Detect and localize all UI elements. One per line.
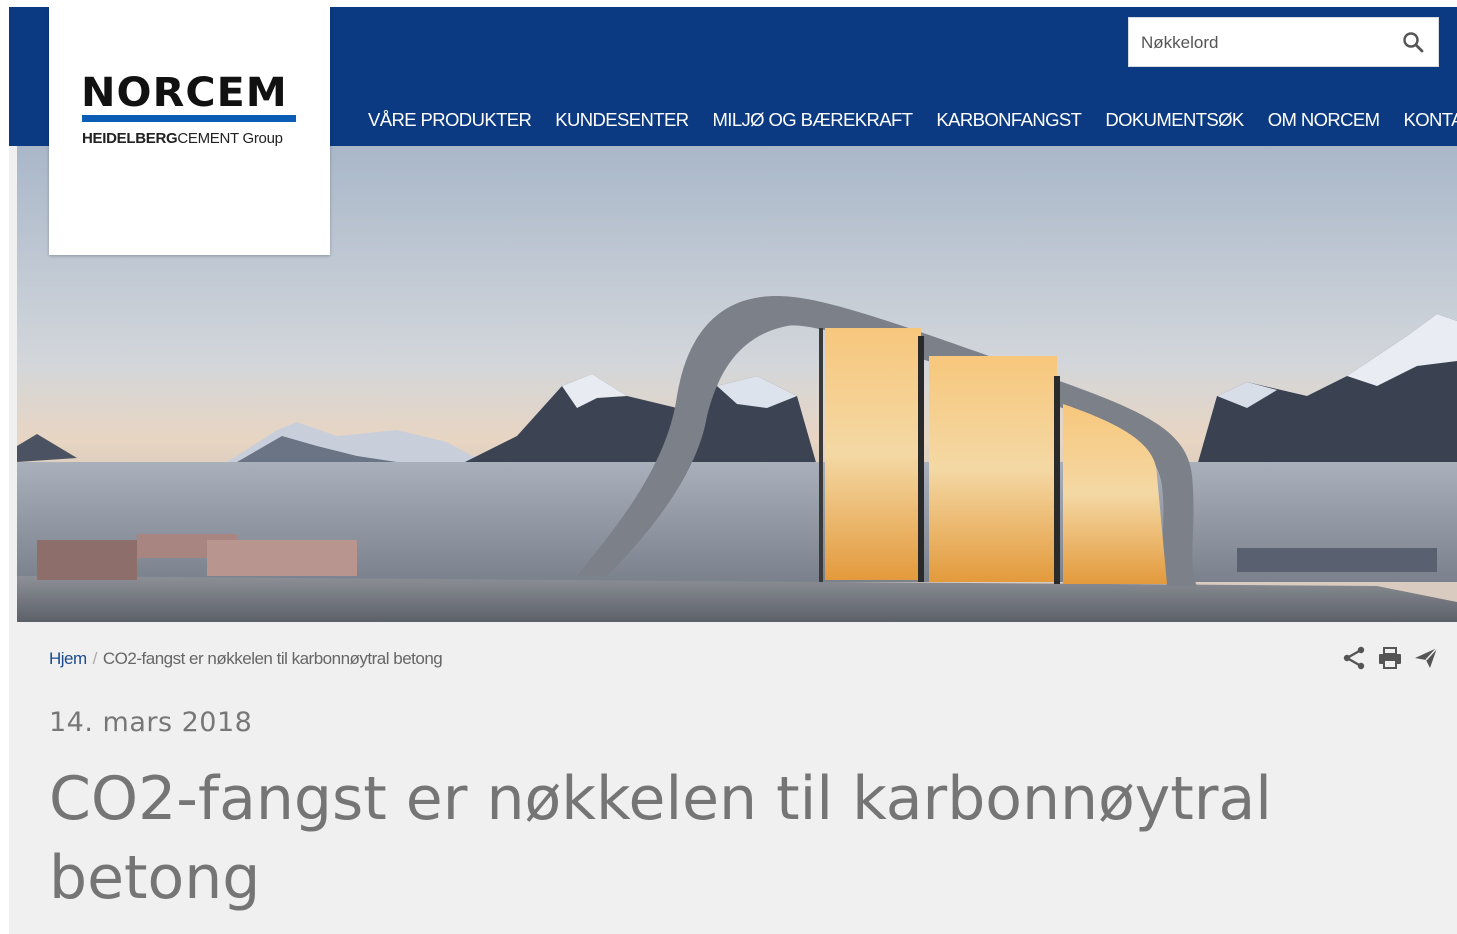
nav-item-karbonfangst[interactable]: KARBONFANGST — [936, 109, 1082, 131]
logo-subtitle-regular: CEMENT Group — [177, 130, 283, 147]
print-icon[interactable] — [1377, 645, 1403, 671]
breadcrumb: Hjem / CO2-fangst er nøkkelen til karbonnø… — [49, 649, 443, 669]
logo-subtitle-bold: HEIDELBERG — [82, 130, 178, 147]
logo[interactable]: NORCEM HEIDELBERGCEMENT Group — [49, 7, 330, 255]
breadcrumb-current: CO2-fangst er nøkkelen til karbonnøytral… — [102, 649, 443, 668]
search-input[interactable] — [1139, 30, 1383, 56]
article-date: 14. mars 2018 — [49, 707, 253, 738]
search-box — [1128, 17, 1439, 67]
nav-item-dokumentsok[interactable]: DOKUMENTSØK — [1105, 109, 1244, 131]
nav-item-kontakt[interactable]: KONTAKT — [1403, 109, 1457, 131]
nav-item-miljo-og-baerekraft[interactable]: MILJØ OG BÆREKRAFT — [712, 109, 913, 131]
nav-item-kundesenter[interactable]: KUNDESENTER — [555, 109, 689, 131]
nav-item-om-norcem[interactable]: OM NORCEM — [1268, 109, 1380, 131]
nav-item-vare-produkter[interactable]: VÅRE PRODUKTER — [368, 109, 532, 131]
logo-subtitle: HEIDELBERGCEMENT Group — [82, 130, 283, 147]
share-icon[interactable] — [1341, 645, 1367, 671]
logo-wordmark: NORCEM — [81, 70, 288, 116]
article-tools — [1341, 645, 1439, 671]
breadcrumb-separator: / — [92, 649, 98, 668]
search-icon[interactable] — [1402, 31, 1424, 53]
send-icon[interactable] — [1413, 645, 1439, 671]
logo-bar — [82, 115, 296, 122]
article-title: CO2-fangst er nøkkelen til karbonnøytral… — [49, 764, 1272, 913]
main-nav: VÅRE PRODUKTER KUNDESENTER MILJØ OG BÆRE… — [368, 109, 1457, 131]
breadcrumb-home-link[interactable]: Hjem — [49, 649, 87, 668]
page-frame: VÅRE PRODUKTER KUNDESENTER MILJØ OG BÆRE… — [9, 7, 1457, 934]
